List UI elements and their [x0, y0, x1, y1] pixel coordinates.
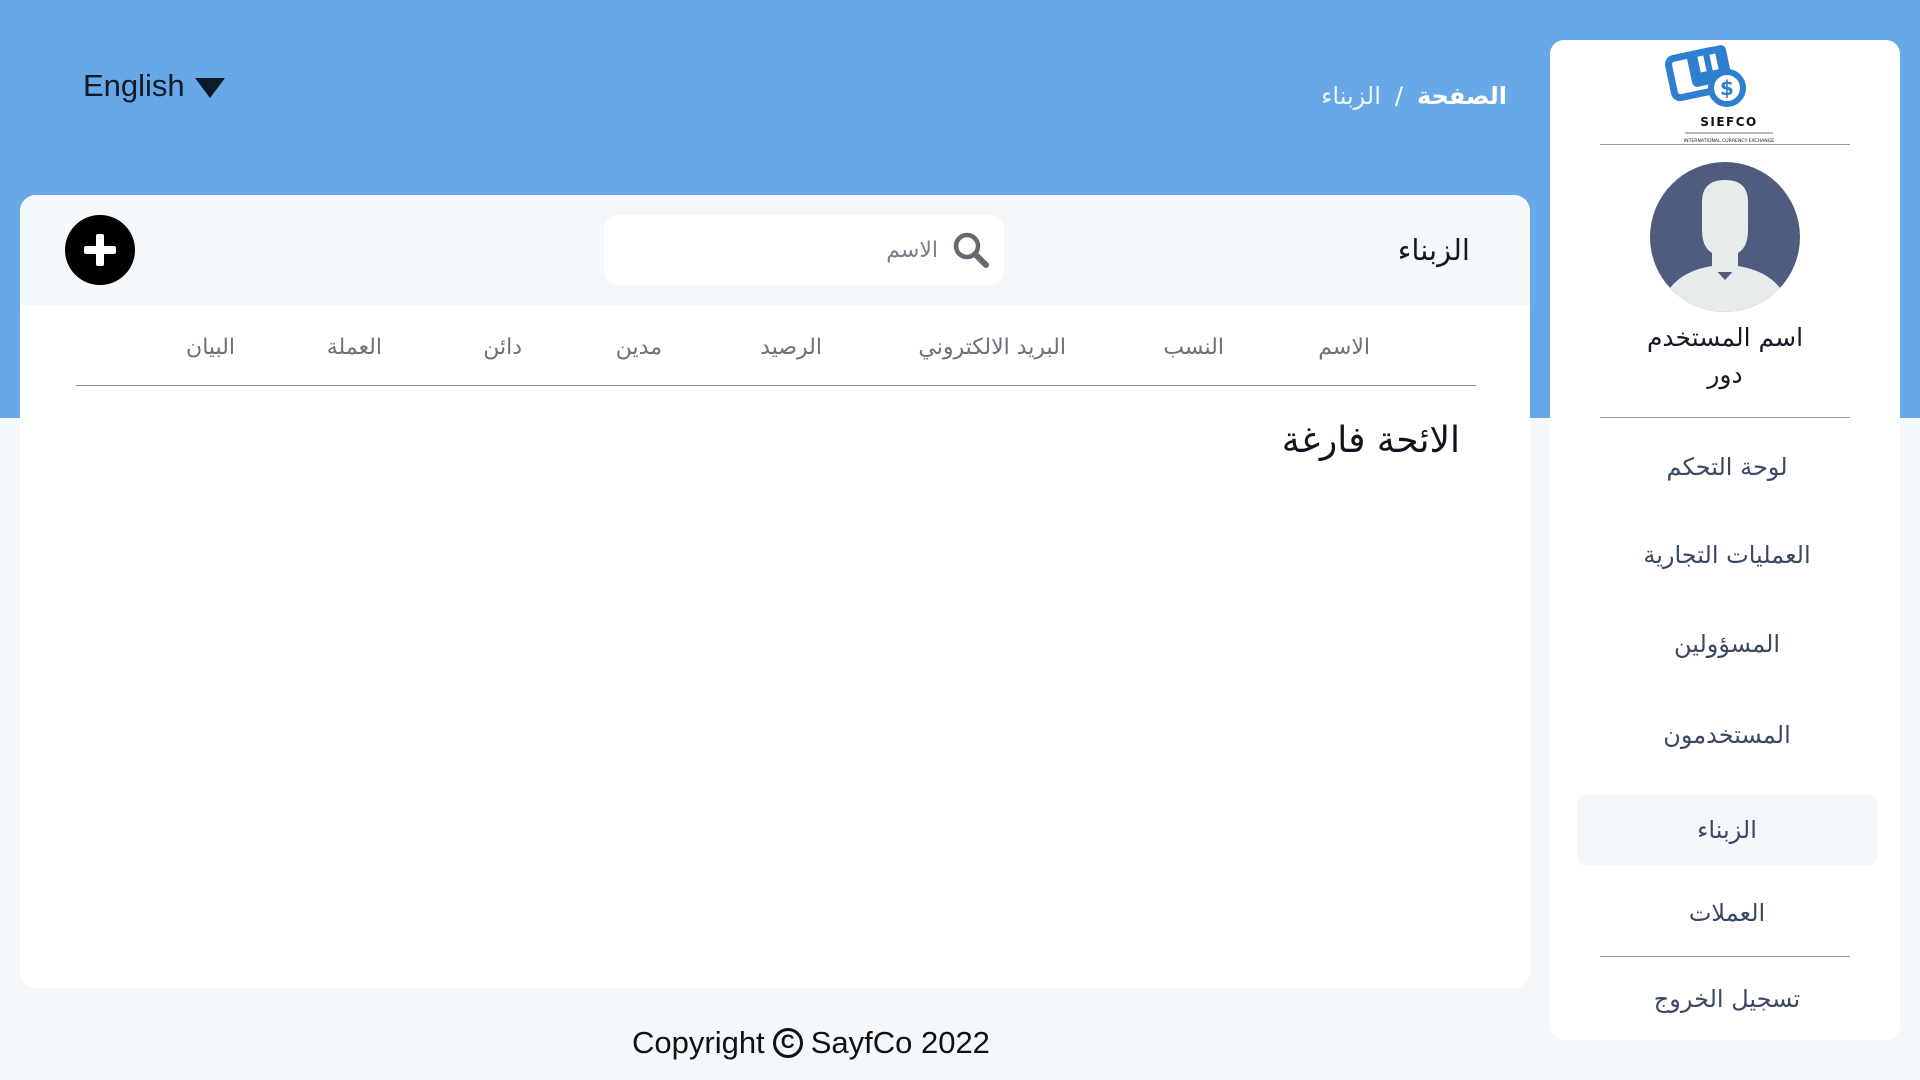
breadcrumb-current: الزبناء [1321, 82, 1381, 110]
sidebar-divider [1600, 417, 1850, 418]
language-label: English [83, 68, 185, 103]
svg-text:SIEFCO: SIEFCO [1700, 115, 1758, 129]
user-role: دور [1707, 360, 1743, 389]
svg-text:$: $ [1720, 76, 1734, 100]
column-header-email[interactable]: البريد الالكتروني [918, 335, 1066, 360]
sidebar-divider [1600, 144, 1850, 145]
logout-button[interactable]: تسجيل الخروج [1577, 964, 1877, 1034]
copyright-icon: C [772, 1028, 803, 1058]
sidebar-item-currencies[interactable]: العملات [1577, 878, 1877, 948]
customers-card: الزبناء الاسم النسب البريد الالكتروني ال… [20, 195, 1530, 988]
column-header-debit[interactable]: مدين [616, 335, 662, 360]
table-header: الاسم النسب البريد الالكتروني الرصيد مدي… [76, 325, 1476, 386]
copyright-label: Copyright [632, 1025, 765, 1060]
user-name: اسم المستخدم [1646, 323, 1804, 352]
column-header-statement[interactable]: البيان [186, 335, 235, 360]
search-input[interactable] [678, 237, 938, 263]
column-header-currency[interactable]: العملة [327, 335, 382, 360]
sidebar-item-admins[interactable]: المسؤولين [1577, 609, 1877, 679]
breadcrumb-separator: / [1394, 82, 1403, 110]
search-box[interactable] [604, 215, 1004, 285]
breadcrumb-home[interactable]: الصفحة [1417, 82, 1507, 110]
add-customer-button[interactable] [65, 215, 135, 285]
card-header: الزبناء [20, 195, 1530, 305]
empty-list-message: الائحة فارغة [1281, 420, 1460, 461]
column-header-name[interactable]: الاسم [1318, 335, 1370, 360]
breadcrumb: الصفحة / الزبناء [1321, 82, 1507, 110]
sidebar-item-dashboard[interactable]: لوحة التحكم [1577, 432, 1877, 502]
sidebar-divider [1600, 956, 1850, 957]
footer: Copyright C SayfCo 2022 [632, 1025, 990, 1061]
avatar [1650, 162, 1800, 312]
language-selector[interactable]: English [83, 68, 225, 104]
plus-icon [84, 234, 116, 266]
sidebar-item-customers[interactable]: الزبناء [1577, 795, 1877, 865]
sidebar-item-users[interactable]: المستخدمون [1577, 700, 1877, 770]
page-title: الزبناء [1397, 233, 1470, 267]
caret-down-icon [194, 77, 225, 98]
sidebar: $ SIEFCO INTERNATIONAL CURRENCY EXCHANGE… [1550, 40, 1900, 1040]
footer-text: SayfCo 2022 [810, 1025, 990, 1060]
siefco-logo: $ SIEFCO INTERNATIONAL CURRENCY EXCHANGE [1665, 45, 1774, 144]
sidebar-item-transactions[interactable]: العمليات التجارية [1577, 520, 1877, 590]
column-header-balance[interactable]: الرصيد [760, 335, 822, 360]
search-icon[interactable] [952, 231, 990, 269]
column-header-surname[interactable]: النسب [1163, 335, 1224, 360]
column-header-credit[interactable]: دائن [483, 335, 522, 360]
